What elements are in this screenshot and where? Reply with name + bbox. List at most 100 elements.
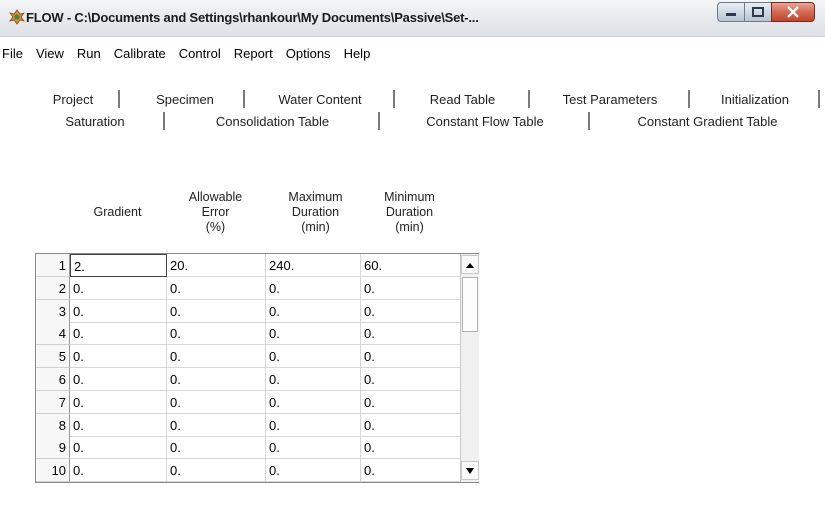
maximum-duration-cell[interactable]: 0.: [266, 368, 361, 391]
maximum-duration-cell[interactable]: 240.: [266, 254, 361, 277]
allowable-error-cell[interactable]: 20.: [167, 254, 266, 277]
minimum-duration-cell[interactable]: 0.: [361, 322, 461, 346]
minimum-duration-cell[interactable]: 0.: [361, 299, 461, 323]
row-number[interactable]: 6: [36, 368, 70, 391]
tab-separator: [528, 90, 530, 108]
tab-initialization[interactable]: Initialization: [695, 88, 815, 110]
row-number[interactable]: 8: [36, 413, 70, 437]
menu-file[interactable]: File: [2, 46, 23, 61]
allowable-error-cell[interactable]: 0.: [167, 459, 266, 483]
scroll-thumb[interactable]: [462, 277, 478, 332]
scroll-up-button[interactable]: [461, 255, 479, 274]
table-row: 5 0. 0. 0. 0.: [36, 345, 461, 369]
minimum-duration-cell[interactable]: 0.: [361, 413, 461, 437]
minimum-duration-cell[interactable]: 0.: [361, 390, 461, 414]
tab-read-table[interactable]: Read Table: [400, 88, 525, 110]
tab-saturation[interactable]: Saturation: [25, 110, 165, 132]
column-header-maximum-duration: Maximum Duration (min): [268, 190, 363, 235]
gradient-cell[interactable]: 0.: [70, 322, 167, 346]
gradient-cell[interactable]: 2.: [70, 254, 167, 277]
header-line: Error: [201, 205, 230, 219]
maximize-icon: [752, 7, 764, 17]
gradient-cell[interactable]: 0.: [70, 436, 167, 460]
row-number[interactable]: 4: [36, 322, 70, 346]
maximum-duration-cell[interactable]: 0.: [266, 322, 361, 346]
row-number[interactable]: 1: [36, 254, 70, 277]
maximize-button[interactable]: [744, 2, 772, 22]
allowable-error-cell[interactable]: 0.: [167, 413, 266, 437]
gradient-cell[interactable]: 0.: [70, 459, 167, 483]
tab-test-parameters[interactable]: Test Parameters: [535, 88, 685, 110]
allowable-error-cell[interactable]: 0.: [167, 276, 266, 300]
minimum-duration-cell[interactable]: 60.: [361, 254, 461, 277]
column-header-allowable-error: Allowable Error (%): [168, 190, 263, 235]
maximum-duration-cell[interactable]: 0.: [266, 299, 361, 323]
gradient-cell[interactable]: 0.: [70, 368, 167, 391]
header-line: Minimum: [384, 190, 435, 204]
maximum-duration-cell[interactable]: 0.: [266, 413, 361, 437]
vertical-scrollbar[interactable]: [460, 254, 479, 482]
menu-options[interactable]: Options: [286, 46, 331, 61]
maximum-duration-cell[interactable]: 0.: [266, 390, 361, 414]
minimize-button[interactable]: [717, 2, 745, 22]
row-number[interactable]: 7: [36, 390, 70, 414]
minimum-duration-cell[interactable]: 0.: [361, 345, 461, 369]
maximum-duration-cell[interactable]: 0.: [266, 459, 361, 483]
arrow-up-icon: [466, 262, 474, 268]
gradient-cell[interactable]: 0.: [70, 390, 167, 414]
gradient-cell[interactable]: 0.: [70, 345, 167, 369]
tab-constant-flow-table[interactable]: Constant Flow Table: [385, 110, 585, 132]
tab-constant-gradient-table[interactable]: Constant Gradient Table: [595, 108, 820, 134]
menu-control[interactable]: Control: [179, 46, 221, 61]
window-title: FLOW - C:\Documents and Settings\rhankou…: [26, 10, 479, 25]
tab-separator: [588, 112, 590, 130]
tab-consolidation-table[interactable]: Consolidation Table: [170, 110, 375, 132]
minimum-duration-cell[interactable]: 0.: [361, 436, 461, 460]
maximum-duration-cell[interactable]: 0.: [266, 436, 361, 460]
close-icon: [787, 6, 799, 18]
maximum-duration-cell[interactable]: 0.: [266, 345, 361, 369]
column-header-minimum-duration: Minimum Duration (min): [362, 190, 457, 235]
tab-separator: [393, 90, 395, 108]
tab-specimen[interactable]: Specimen: [130, 88, 240, 110]
row-number[interactable]: 2: [36, 276, 70, 300]
tab-separator: [688, 90, 690, 108]
table-row: 1 2. 20. 240. 60.: [36, 254, 461, 277]
table-row: 6 0. 0. 0. 0.: [36, 368, 461, 391]
header-line: Allowable: [188, 190, 243, 204]
tab-project[interactable]: Project: [28, 88, 118, 110]
tab-water-content[interactable]: Water Content: [250, 88, 390, 110]
menu-help[interactable]: Help: [344, 46, 371, 61]
minimum-duration-cell[interactable]: 0.: [361, 276, 461, 300]
menu-report[interactable]: Report: [234, 46, 273, 61]
gradient-cell[interactable]: 0.: [70, 299, 167, 323]
allowable-error-cell[interactable]: 0.: [167, 322, 266, 346]
constant-gradient-grid: 1 2. 20. 240. 60. 2 0. 0. 0. 0. 3 0. 0. 0. 0. 4 0. 0. 0. 0.…: [35, 253, 479, 483]
menu-view[interactable]: View: [36, 46, 64, 61]
minimum-duration-cell[interactable]: 0.: [361, 459, 461, 483]
allowable-error-cell[interactable]: 0.: [167, 345, 266, 369]
allowable-error-cell[interactable]: 0.: [167, 368, 266, 391]
allowable-error-cell[interactable]: 0.: [167, 390, 266, 414]
row-number[interactable]: 9: [36, 436, 70, 460]
tab-separator: [243, 90, 245, 108]
allowable-error-cell[interactable]: 0.: [167, 299, 266, 323]
maximum-duration-cell[interactable]: 0.: [266, 276, 361, 300]
tab-row-upper: Project Specimen Water Content Read Tabl…: [0, 88, 825, 110]
minimize-icon: [726, 13, 736, 16]
gradient-cell[interactable]: 0.: [70, 413, 167, 437]
row-number[interactable]: 10: [36, 459, 70, 483]
row-number[interactable]: 5: [36, 345, 70, 369]
header-line: (min): [395, 220, 424, 234]
title-bar[interactable]: FLOW - C:\Documents and Settings\rhankou…: [0, 0, 825, 37]
row-number[interactable]: 3: [36, 299, 70, 323]
allowable-error-cell[interactable]: 0.: [167, 436, 266, 460]
tab-separator: [378, 112, 380, 130]
close-button[interactable]: [771, 2, 815, 22]
menu-calibrate[interactable]: Calibrate: [114, 46, 166, 61]
scroll-down-button[interactable]: [461, 461, 479, 480]
minimum-duration-cell[interactable]: 0.: [361, 368, 461, 391]
menu-run[interactable]: Run: [77, 46, 101, 61]
gradient-cell[interactable]: 0.: [70, 276, 167, 300]
table-row: 3 0. 0. 0. 0.: [36, 299, 461, 323]
